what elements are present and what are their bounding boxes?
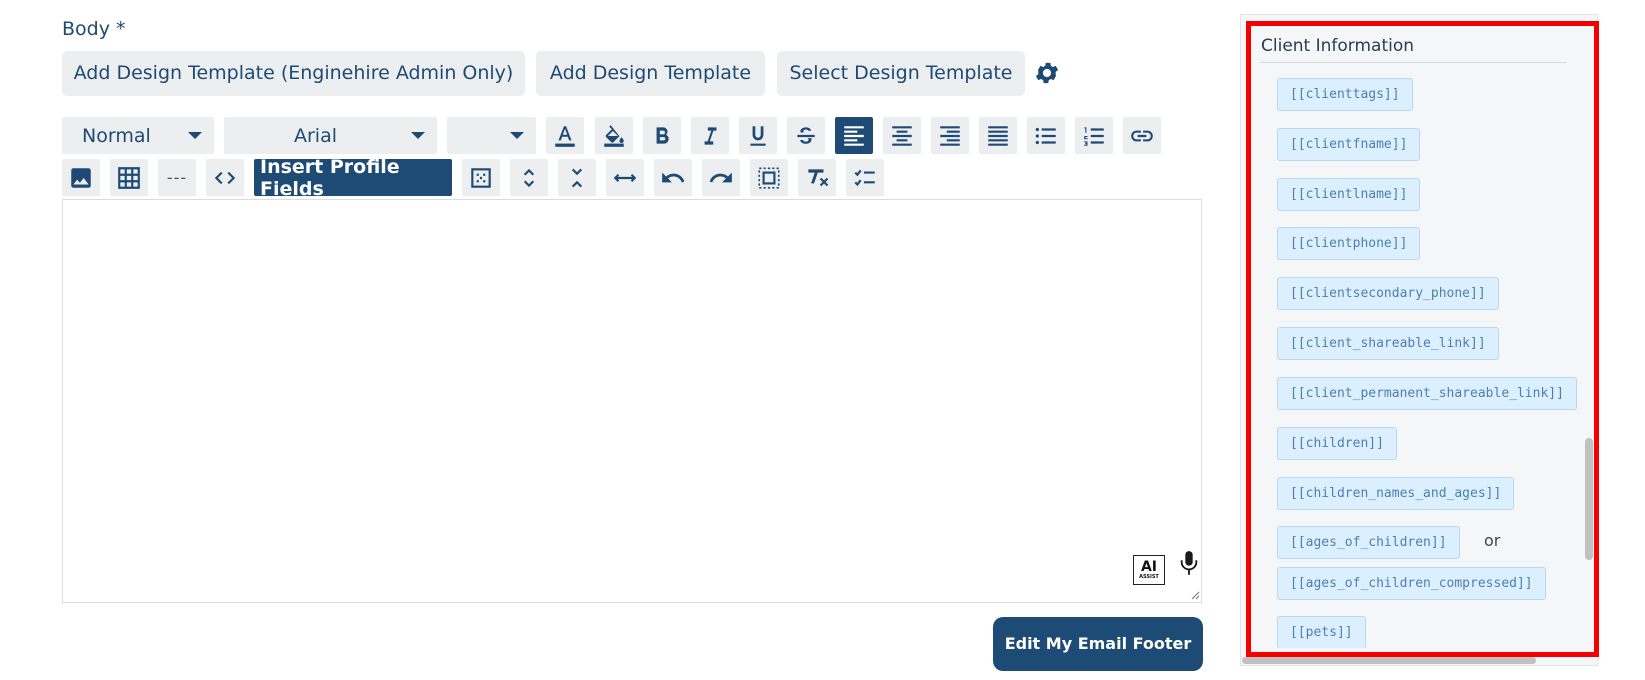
edit-email-footer-button[interactable]: Edit My Email Footer xyxy=(993,617,1203,671)
undo-icon xyxy=(662,172,685,182)
underline-icon xyxy=(750,125,766,146)
field-chip[interactable]: [[client_permanent_shareable_link]] xyxy=(1277,377,1577,410)
panel-vertical-scrollbar[interactable] xyxy=(1585,438,1593,560)
ai-assist-label: AI xyxy=(1140,559,1158,575)
italic-button[interactable] xyxy=(691,117,729,154)
ai-assist-button[interactable]: AI ASSIST xyxy=(1133,555,1165,585)
paint-bucket-icon xyxy=(604,124,624,147)
chevron-down-icon xyxy=(188,132,202,139)
field-chip[interactable]: [[clientphone]] xyxy=(1277,227,1421,260)
microphone-icon[interactable] xyxy=(1178,549,1200,577)
font-select[interactable]: Arial xyxy=(224,117,437,154)
field-chip[interactable]: [[pets]] xyxy=(1277,616,1366,648)
horizontal-rule-button[interactable]: --- xyxy=(158,159,196,196)
chevron-down-icon xyxy=(510,132,524,139)
numbered-list-button[interactable] xyxy=(1075,117,1113,154)
select-all-icon xyxy=(471,167,491,188)
align-right-button[interactable] xyxy=(931,117,969,154)
bullet-list-icon xyxy=(1035,127,1056,144)
align-justify-icon xyxy=(988,125,1008,146)
align-center-icon xyxy=(892,125,912,146)
font-size-select[interactable] xyxy=(447,117,536,154)
resize-handle-icon[interactable] xyxy=(1190,590,1200,600)
strikethrough-button[interactable] xyxy=(787,117,825,154)
add-design-template-button[interactable]: Add Design Template xyxy=(536,51,765,96)
or-separator: or xyxy=(1484,531,1501,550)
strikethrough-icon xyxy=(797,126,815,144)
field-chip[interactable]: [[children]] xyxy=(1277,427,1397,460)
fold-icon xyxy=(571,168,583,187)
ai-assist-sublabel: ASSIST xyxy=(1139,574,1159,580)
italic-icon xyxy=(704,126,717,145)
field-chip[interactable]: [[clientfname]] xyxy=(1277,128,1421,161)
align-center-button[interactable] xyxy=(883,117,921,154)
align-right-icon xyxy=(940,125,960,146)
field-chip[interactable]: [[clienttags]] xyxy=(1277,78,1413,111)
numbered-list-icon xyxy=(1084,126,1104,146)
format-select-value: Normal xyxy=(82,124,151,147)
highlight-color-button[interactable] xyxy=(595,117,633,154)
field-chip[interactable]: [[ages_of_children]] xyxy=(1277,526,1460,559)
checklist-icon xyxy=(854,169,875,186)
insert-image-button[interactable] xyxy=(62,159,100,196)
add-design-template-admin-button[interactable]: Add Design Template (Enginehire Admin On… xyxy=(62,51,525,96)
font-select-value: Arial xyxy=(294,124,338,147)
fullscreen-button[interactable] xyxy=(750,159,788,196)
chevron-down-icon xyxy=(411,132,425,139)
body-editor[interactable] xyxy=(62,199,1202,603)
collapse-vertical-button[interactable] xyxy=(558,159,596,196)
insert-table-button[interactable] xyxy=(110,159,148,196)
undo-button[interactable] xyxy=(654,159,692,196)
select-all-button[interactable] xyxy=(462,159,500,196)
field-chip[interactable]: [[clientsecondary_phone]] xyxy=(1277,277,1499,310)
fullscreen-icon xyxy=(758,166,780,189)
expand-vertical-button[interactable] xyxy=(510,159,548,196)
bold-icon xyxy=(656,126,669,144)
field-chip[interactable]: [[client_shareable_link]] xyxy=(1277,327,1499,360)
link-icon xyxy=(1131,130,1153,141)
insert-profile-fields-button[interactable]: Insert Profile Fields xyxy=(254,156,452,200)
image-icon xyxy=(71,167,91,188)
checklist-button[interactable] xyxy=(846,159,884,196)
underline-button[interactable] xyxy=(739,117,777,154)
field-list[interactable]: [[clienttags]] [[clientfname]] [[clientl… xyxy=(1251,26,1587,648)
redo-icon xyxy=(709,172,732,182)
format-select[interactable]: Normal xyxy=(62,117,214,154)
field-chip[interactable]: [[clientlname]] xyxy=(1277,178,1421,211)
bullet-list-button[interactable] xyxy=(1027,117,1065,154)
unfold-icon xyxy=(523,168,535,187)
field-chip[interactable]: [[ages_of_children_compressed]] xyxy=(1277,567,1546,600)
field-chip[interactable]: [[children_names_and_ages]] xyxy=(1277,477,1515,510)
align-justify-button[interactable] xyxy=(979,117,1017,154)
bold-button[interactable] xyxy=(643,117,681,154)
align-left-button[interactable] xyxy=(835,117,873,154)
align-left-icon xyxy=(844,125,864,146)
body-label: Body * xyxy=(62,18,126,40)
link-button[interactable] xyxy=(1123,117,1161,154)
table-icon xyxy=(118,166,140,189)
code-icon xyxy=(214,171,236,184)
expand-horizontal-button[interactable] xyxy=(606,159,644,196)
gear-icon[interactable] xyxy=(1033,59,1061,87)
text-color-button[interactable] xyxy=(546,117,584,154)
horizontal-arrows-icon xyxy=(613,173,637,182)
clear-formatting-button[interactable] xyxy=(798,159,836,196)
text-color-icon xyxy=(555,125,575,147)
select-design-template-button[interactable]: Select Design Template xyxy=(777,51,1025,96)
clear-format-icon xyxy=(808,168,829,186)
redo-button[interactable] xyxy=(702,159,740,196)
code-view-button[interactable] xyxy=(206,159,244,196)
panel-horizontal-scrollbar[interactable] xyxy=(1242,657,1536,664)
